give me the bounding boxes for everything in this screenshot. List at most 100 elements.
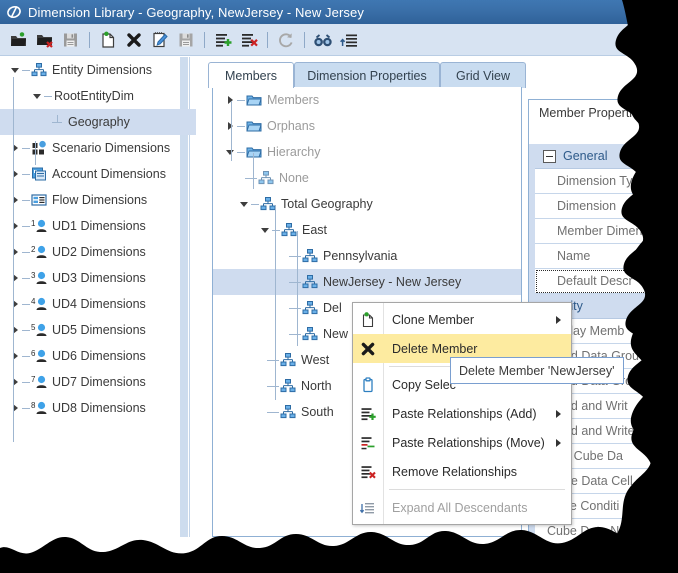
tree-connector <box>22 173 30 175</box>
property-row-name[interactable]: Name <box>535 244 678 269</box>
context-menu-item-expand-all-descendants[interactable]: Expand All Descendants <box>353 493 571 522</box>
context-menu[interactable]: Clone Member Delete Member Copy Selec Pa… <box>352 302 572 525</box>
delete-icon[interactable] <box>121 27 147 53</box>
hierarchy-icon <box>301 247 319 265</box>
sidebar-item-account-dimensions[interactable]: Account Dimensions <box>0 161 196 187</box>
collapse-icon[interactable] <box>543 149 556 163</box>
tree-guide-line <box>57 115 58 123</box>
property-category-general[interactable]: General <box>535 144 678 169</box>
edit-icon[interactable] <box>147 27 173 53</box>
sidebar-item-ud1-dimensions[interactable]: 1 UD1 Dimensions <box>0 213 196 239</box>
sidebar-item-ud2-dimensions[interactable]: 2 UD2 Dimensions <box>0 239 196 265</box>
delete-member-icon <box>353 334 383 363</box>
tree-connector <box>289 307 301 309</box>
sidebar-item-scenario-dimensions[interactable]: Scenario Dimensions <box>0 135 196 161</box>
tree-guide-line <box>253 153 254 189</box>
member-node-east[interactable]: East <box>213 217 521 243</box>
folder-icon <box>245 91 263 109</box>
tree-connector <box>22 69 30 71</box>
chevron-right-icon[interactable] <box>8 300 22 308</box>
ud-icon: 4 <box>30 295 48 313</box>
member-node-total-geography[interactable]: Total Geography <box>213 191 521 217</box>
clone-member-icon <box>353 305 383 334</box>
member-node-pennsylvania[interactable]: Pennsylvania <box>213 243 521 269</box>
tab-members[interactable]: Members <box>208 62 294 88</box>
chevron-down-icon[interactable] <box>30 93 44 99</box>
sidebar-item-label: Flow Dimensions <box>52 193 148 207</box>
remove-relationships-icon <box>353 457 383 486</box>
tree-connector <box>272 229 280 231</box>
tree-connector <box>245 177 257 179</box>
tree-connector <box>22 251 30 253</box>
tab-dimension-properties[interactable]: Dimension Properties <box>294 62 440 88</box>
chevron-right-icon[interactable] <box>8 274 22 282</box>
dimensions-tree-panel[interactable]: Entity Dimensions RootEntityDim Geograph… <box>0 57 196 537</box>
folder-icon <box>245 143 263 161</box>
tree-connector <box>22 225 30 227</box>
chevron-right-icon[interactable] <box>8 404 22 412</box>
chevron-right-icon[interactable] <box>8 144 22 152</box>
context-menu-item-label: Copy Selec <box>392 377 456 392</box>
chevron-right-icon[interactable] <box>8 222 22 230</box>
sidebar-item-geography[interactable]: Geography <box>0 109 196 135</box>
sidebar-item-ud4-dimensions[interactable]: 4 UD4 Dimensions <box>0 291 196 317</box>
chevron-right-icon[interactable] <box>8 248 22 256</box>
context-menu-item-clone-member[interactable]: Clone Member <box>353 305 571 334</box>
new-folder-icon[interactable] <box>6 27 32 53</box>
sidebar-item-ud6-dimensions[interactable]: 6 UD6 Dimensions <box>0 343 196 369</box>
hierarchy-icon <box>280 221 298 239</box>
chevron-right-icon[interactable] <box>8 352 22 360</box>
tab-grid-view[interactable]: Grid View <box>440 62 526 88</box>
chevron-right-icon[interactable] <box>8 378 22 386</box>
context-menu-item-paste-relationships-move[interactable]: Paste Relationships (Move) <box>353 428 571 457</box>
ud-icon: 1 <box>30 217 48 235</box>
chevron-down-icon[interactable] <box>8 67 22 73</box>
scenario-icon <box>30 139 48 157</box>
svg-text:6: 6 <box>31 349 36 358</box>
sidebar-item-ud7-dimensions[interactable]: 7 UD7 Dimensions <box>0 369 196 395</box>
chevron-right-icon[interactable] <box>8 196 22 204</box>
add-member-icon[interactable] <box>210 27 236 53</box>
property-row-dimension[interactable]: Dimension <box>535 194 678 219</box>
sidebar-item-ud5-dimensions[interactable]: 5 UD5 Dimensions <box>0 317 196 343</box>
sidebar-item-rootentitydim[interactable]: RootEntityDim <box>0 83 196 109</box>
chevron-down-icon[interactable] <box>258 227 272 233</box>
context-menu-item-paste-relationships-add[interactable]: Paste Relationships (Add) <box>353 399 571 428</box>
sidebar-item-flow-dimensions[interactable]: Flow Dimensions <box>0 187 196 213</box>
chevron-right-icon[interactable] <box>223 122 237 130</box>
context-menu-item-label: Clone Member <box>392 312 474 327</box>
save-icon <box>173 27 199 53</box>
member-node-members[interactable]: Members <box>213 87 521 113</box>
find-icon[interactable] <box>310 27 336 53</box>
svg-text:4: 4 <box>31 297 36 306</box>
ud-icon: 6 <box>30 347 48 365</box>
account-icon <box>30 165 48 183</box>
chevron-down-icon[interactable] <box>223 149 237 155</box>
member-node-newjersey[interactable]: NewJersey - New Jersey <box>213 269 521 295</box>
delete-folder-icon[interactable] <box>32 27 58 53</box>
ud-icon: 5 <box>30 321 48 339</box>
member-node-none[interactable]: None <box>213 165 521 191</box>
new-document-icon[interactable] <box>95 27 121 53</box>
svg-text:3: 3 <box>31 271 36 280</box>
property-row-default-description[interactable]: Default Descr <box>535 269 678 294</box>
member-node-hierarchy[interactable]: Hierarchy <box>213 139 521 165</box>
sidebar-item-ud8-dimensions[interactable]: 8 UD8 Dimensions <box>0 395 196 421</box>
property-row-member-dimension[interactable]: Member Dimen <box>535 219 678 244</box>
tree-connector <box>289 281 301 283</box>
chevron-right-icon[interactable] <box>223 96 237 104</box>
sort-icon[interactable] <box>336 27 362 53</box>
property-label: Dimension Typ <box>557 174 640 188</box>
chevron-right-icon[interactable] <box>8 326 22 334</box>
tree-connector <box>237 151 245 153</box>
property-row-dimension-type[interactable]: Dimension Typ <box>535 169 678 194</box>
sidebar-item-ud3-dimensions[interactable]: 3 UD3 Dimensions <box>0 265 196 291</box>
sidebar-item-entity-dimensions[interactable]: Entity Dimensions <box>0 57 196 83</box>
tree-guide-line <box>231 101 232 161</box>
context-menu-item-remove-relationships[interactable]: Remove Relationships <box>353 457 571 486</box>
chevron-down-icon[interactable] <box>237 201 251 207</box>
sidebar-item-label: UD8 Dimensions <box>52 401 146 415</box>
member-node-orphans[interactable]: Orphans <box>213 113 521 139</box>
remove-member-icon[interactable] <box>236 27 262 53</box>
chevron-right-icon[interactable] <box>8 170 22 178</box>
